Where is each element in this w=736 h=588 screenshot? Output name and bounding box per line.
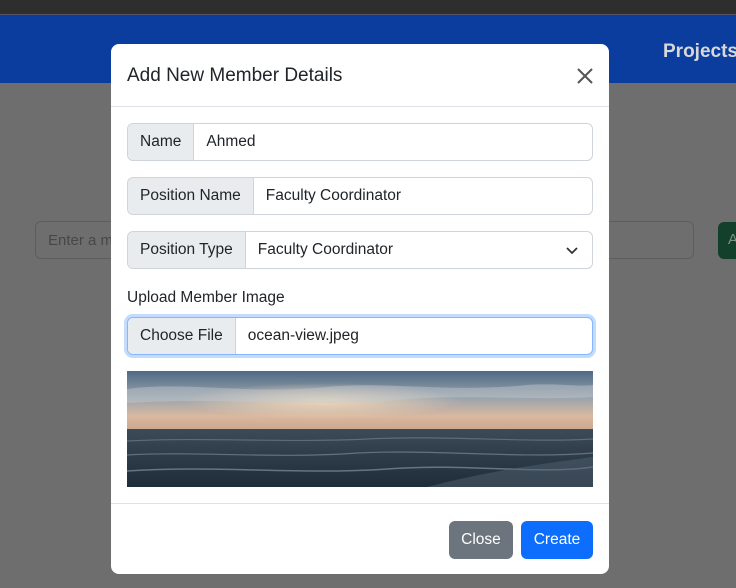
name-input[interactable]: Ahmed	[194, 124, 592, 160]
background-search-placeholder: Enter a m	[48, 232, 114, 249]
upload-label: Upload Member Image	[127, 289, 285, 306]
chevron-down-icon[interactable]	[552, 232, 592, 268]
background-add-button[interactable]: A	[718, 222, 736, 259]
create-button[interactable]: Create	[521, 521, 593, 559]
close-icon[interactable]	[571, 62, 599, 90]
modal-header: Add New Member Details	[111, 44, 609, 107]
file-name: ocean-view.jpeg	[247, 327, 359, 344]
background-add-button-label: A	[728, 231, 736, 248]
nav-link-projects[interactable]: Projects	[663, 41, 736, 63]
add-member-modal: Add New Member Details Name Ahmed Positi…	[111, 44, 609, 574]
modal-footer: Close Create	[111, 503, 609, 574]
position-name-field: Position Name Faculty Coordinator	[127, 177, 593, 215]
name-label: Name	[128, 124, 195, 160]
position-name-label: Position Name	[128, 178, 254, 214]
browser-top-strip	[0, 0, 736, 14]
file-input[interactable]: Choose File ocean-view.jpeg	[127, 317, 593, 355]
image-preview	[126, 371, 594, 487]
name-field: Name Ahmed	[127, 123, 593, 161]
position-type-label: Position Type	[128, 232, 246, 268]
close-button[interactable]: Close	[449, 521, 513, 559]
choose-file-button[interactable]: Choose File	[128, 318, 236, 354]
modal-title: Add New Member Details	[127, 65, 343, 86]
position-type-select[interactable]: Faculty Coordinator	[246, 232, 552, 268]
position-name-input[interactable]: Faculty Coordinator	[254, 178, 592, 214]
position-type-field: Position Type Faculty Coordinator	[127, 231, 593, 269]
